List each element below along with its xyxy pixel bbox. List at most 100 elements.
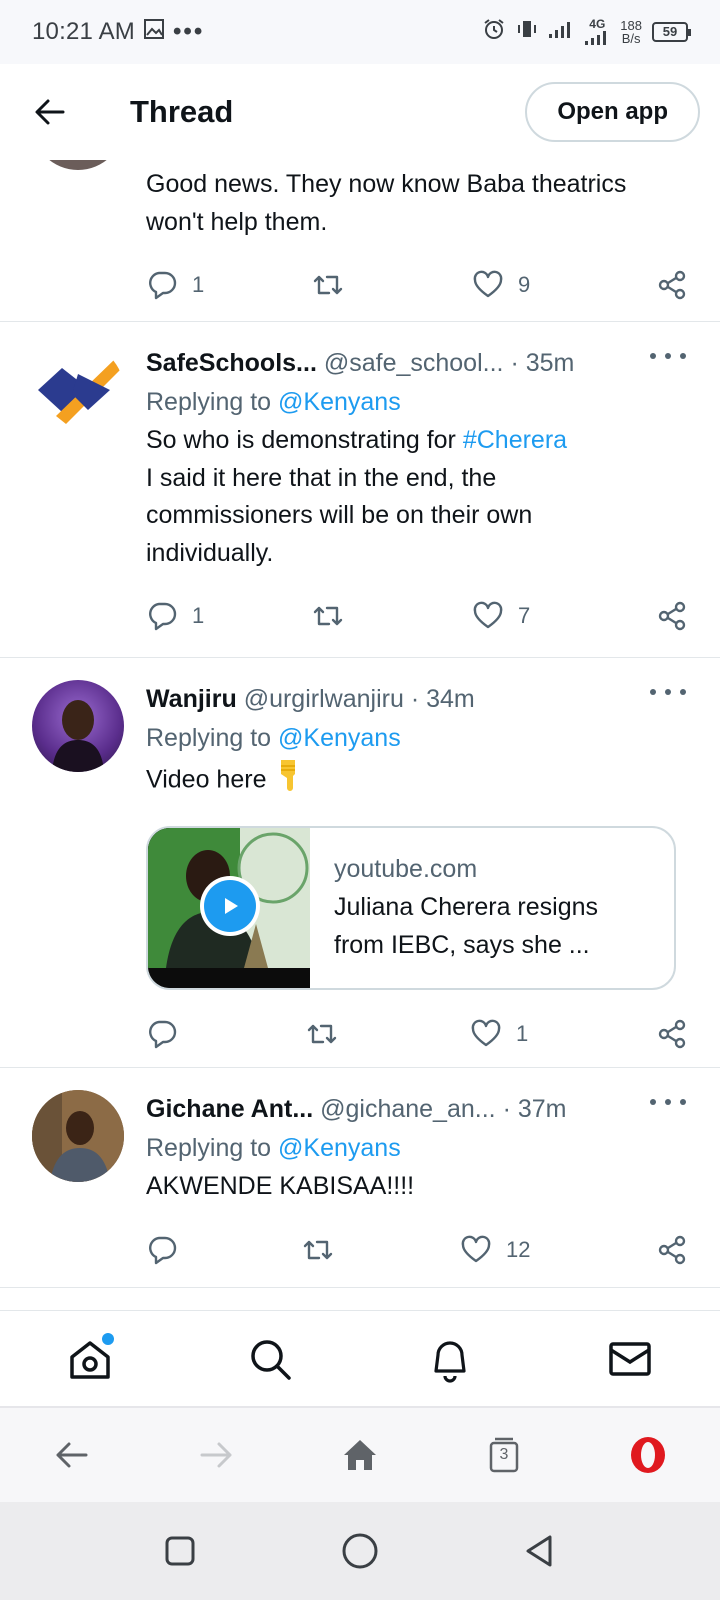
tab-messages[interactable]: [600, 1329, 660, 1389]
tab-home[interactable]: [60, 1329, 120, 1389]
mention-link[interactable]: @Kenyans: [278, 388, 401, 416]
share-button[interactable]: [656, 1018, 688, 1050]
display-name[interactable]: Wanjiru: [146, 685, 237, 713]
link-card[interactable]: youtube.com Juliana Cherera resigns from…: [146, 825, 676, 990]
reply-button[interactable]: [146, 1018, 178, 1050]
tweet-text: AKWENDE KABISAA!!!!: [146, 1172, 415, 1200]
browser-tabs-button[interactable]: 3: [474, 1425, 534, 1485]
tab-notifications[interactable]: [420, 1329, 480, 1389]
avatar[interactable]: [32, 1090, 124, 1182]
opera-logo-icon: [631, 1437, 665, 1473]
retweet-icon: [313, 606, 343, 626]
thread-header: Thread Open app: [0, 64, 720, 160]
retweet-button[interactable]: [312, 269, 344, 301]
play-icon[interactable]: [200, 875, 260, 936]
browser-toolbar: 3: [0, 1406, 720, 1502]
retweet-button[interactable]: [302, 1234, 334, 1266]
replying-to: Replying to @Kenyans: [146, 724, 401, 752]
tweet-actions: 1 7: [146, 586, 688, 656]
heart-icon: [471, 1019, 501, 1046]
tweet-time[interactable]: 34m: [426, 685, 475, 713]
more-options-button[interactable]: [650, 1090, 686, 1114]
browser-forward-button[interactable]: [186, 1425, 246, 1485]
more-options-button[interactable]: [650, 344, 686, 368]
video-thumbnail[interactable]: [148, 827, 310, 988]
display-name[interactable]: Gichane Ant...: [146, 1095, 313, 1123]
opera-menu-button[interactable]: [618, 1425, 678, 1485]
avatar[interactable]: [32, 344, 124, 436]
pointing-down-emoji-icon: [273, 758, 303, 804]
system-back-button[interactable]: [515, 1526, 565, 1576]
like-count: 7: [518, 603, 531, 628]
tweet-header: Gichane Ant... @gichane_an... · 37m: [146, 1090, 688, 1128]
search-icon: [251, 1339, 291, 1380]
system-home-button[interactable]: [335, 1526, 385, 1576]
heart-icon: [473, 601, 503, 629]
bottom-tab-bar: [0, 1310, 720, 1406]
status-bar: 10:21 AM ••• 4G 188 B/s 59: [0, 0, 720, 64]
recent-apps-button[interactable]: [155, 1526, 205, 1576]
open-app-button[interactable]: Open app: [525, 82, 700, 142]
reply-button[interactable]: 1: [146, 600, 204, 632]
bell-icon: [434, 1340, 466, 1383]
browser-home-button[interactable]: [330, 1425, 390, 1485]
tweet[interactable]: Wanjiru @urgirlwanjiru · 34m Replying to…: [0, 658, 720, 1068]
like-count: 12: [506, 1236, 531, 1262]
thread-feed[interactable]: Good news. They now know Baba theatrics …: [0, 160, 720, 1310]
share-button[interactable]: [656, 269, 688, 301]
like-button[interactable]: 1: [470, 1018, 528, 1050]
reply-count: 1: [192, 272, 205, 297]
tweet[interactable]: Good news. They now know Baba theatrics …: [0, 160, 720, 322]
tweet-time[interactable]: 35m: [526, 349, 575, 377]
tweet[interactable]: SafeSchools... @safe_school... · 35m Rep…: [0, 322, 720, 658]
reply-icon: [149, 1236, 177, 1264]
tweet-text: Good news. They now know Baba theatrics …: [146, 170, 627, 236]
like-button[interactable]: 7: [472, 600, 530, 632]
square-icon: [165, 1536, 195, 1566]
arrow-right-icon: [200, 1442, 232, 1468]
like-button[interactable]: 9: [472, 269, 530, 301]
reply-icon: [149, 602, 177, 631]
tweet-actions: 1: [146, 1004, 688, 1074]
separator-dot: ·: [502, 1095, 511, 1123]
tweet-actions: 1 9: [146, 255, 688, 325]
tweet-header: SafeSchools... @safe_school... · 35m: [146, 344, 688, 382]
gallery-icon: [143, 18, 165, 47]
tweet[interactable]: Gichane Ant... @gichane_an... · 37m Repl…: [0, 1068, 720, 1288]
avatar[interactable]: [32, 680, 124, 772]
mention-link[interactable]: @Kenyans: [278, 724, 401, 752]
share-icon: [658, 1019, 686, 1048]
retweet-button[interactable]: [306, 1018, 338, 1050]
browser-back-button[interactable]: [42, 1425, 102, 1485]
link-card-title: Juliana Cherera resigns from IEBC, says …: [334, 892, 599, 959]
mention-link[interactable]: @Kenyans: [278, 1134, 401, 1162]
back-button[interactable]: [30, 92, 70, 132]
battery-indicator: 59: [652, 22, 691, 42]
display-name[interactable]: SafeSchools...: [146, 349, 317, 377]
user-handle[interactable]: @safe_school...: [324, 349, 504, 377]
avatar[interactable]: [32, 160, 124, 170]
more-options-button[interactable]: [650, 680, 686, 704]
replying-to: Replying to @Kenyans: [146, 1134, 401, 1162]
user-handle[interactable]: @gichane_an...: [320, 1095, 496, 1123]
mail-icon: [609, 1341, 651, 1376]
share-button[interactable]: [656, 600, 688, 632]
network-4g: 4G: [584, 18, 610, 46]
share-icon: [658, 601, 686, 631]
triangle-back-icon: [526, 1535, 552, 1567]
tab-search[interactable]: [240, 1329, 300, 1389]
reply-button[interactable]: [146, 1234, 178, 1266]
hashtag-link[interactable]: #Cherera: [463, 426, 567, 454]
share-button[interactable]: [656, 1234, 688, 1266]
share-icon: [658, 1235, 686, 1264]
tweet-time[interactable]: 37m: [518, 1095, 567, 1123]
vibrate-icon: [516, 18, 538, 47]
more-notifications-icon: •••: [173, 18, 205, 45]
retweet-button[interactable]: [312, 600, 344, 632]
user-handle[interactable]: @urgirlwanjiru: [244, 685, 404, 713]
network-speed: 188 B/s: [620, 18, 642, 46]
reply-button[interactable]: 1: [146, 269, 204, 301]
home-notification-dot: [102, 1332, 114, 1345]
like-button[interactable]: 12: [460, 1234, 530, 1266]
tweet-text: So who is demonstrating for #Cherera I s…: [146, 426, 568, 567]
